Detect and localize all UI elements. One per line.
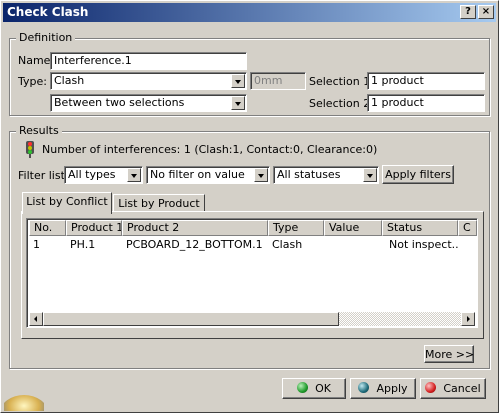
definition-legend: Definition bbox=[16, 31, 76, 44]
column-header-value[interactable]: Value bbox=[324, 220, 382, 236]
scroll-left-button[interactable] bbox=[29, 312, 43, 326]
tab-list-by-conflict[interactable]: List by Conflict bbox=[22, 192, 112, 214]
traffic-light-icon bbox=[22, 140, 38, 158]
selection2-field[interactable]: 1 product bbox=[367, 94, 485, 112]
column-header-no[interactable]: No. bbox=[29, 220, 66, 236]
filter-value-select[interactable]: No filter on value bbox=[146, 166, 270, 184]
ok-icon bbox=[297, 382, 309, 393]
cancel-icon bbox=[425, 382, 437, 393]
selection1-label: Selection 1: bbox=[309, 75, 374, 88]
chevron-down-icon[interactable] bbox=[231, 96, 245, 110]
selection1-field[interactable]: 1 product bbox=[367, 72, 485, 90]
filter-type-select[interactable]: All types bbox=[64, 166, 143, 184]
filter-status-select[interactable]: All statuses bbox=[273, 166, 379, 184]
name-input[interactable]: Interference.1 bbox=[50, 52, 247, 70]
arrow-left-icon bbox=[34, 316, 37, 322]
conflict-list[interactable]: No. Product 1 Product 2 Type Value Statu… bbox=[26, 218, 478, 328]
cell-type: Clash bbox=[272, 238, 303, 251]
scroll-right-button[interactable] bbox=[461, 312, 475, 326]
apply-icon bbox=[358, 382, 370, 393]
tab-list-by-product[interactable]: List by Product bbox=[113, 194, 205, 212]
column-header-c[interactable]: C bbox=[458, 220, 477, 236]
name-label: Name: bbox=[18, 54, 55, 67]
cancel-label: Cancel bbox=[443, 382, 481, 395]
filter-type-value: All types bbox=[68, 168, 116, 181]
horizontal-scrollbar[interactable] bbox=[29, 312, 475, 326]
chevron-down-icon[interactable] bbox=[231, 74, 245, 88]
filter-status-value: All statuses bbox=[277, 168, 341, 181]
apply-button[interactable]: Apply bbox=[350, 378, 416, 399]
apply-label: Apply bbox=[376, 382, 408, 395]
check-clash-dialog: Check Clash ? × Definition Name: Interfe… bbox=[0, 0, 499, 413]
ok-button[interactable]: OK bbox=[282, 378, 346, 399]
interference-summary: Number of interferences: 1 (Clash:1, Con… bbox=[42, 143, 378, 156]
window-title: Check Clash bbox=[7, 5, 89, 19]
cell-product2: PCBOARD_12_BOTTOM.1 bbox=[126, 238, 263, 251]
close-button[interactable]: × bbox=[478, 5, 494, 19]
results-legend: Results bbox=[16, 124, 62, 137]
title-bar[interactable]: Check Clash ? × bbox=[3, 3, 496, 22]
apply-filters-button[interactable]: Apply filters bbox=[382, 165, 454, 184]
help-button[interactable]: ? bbox=[460, 5, 476, 19]
type-select[interactable]: Clash bbox=[50, 72, 247, 90]
cell-value bbox=[324, 237, 382, 252]
cancel-button[interactable]: Cancel bbox=[420, 378, 486, 399]
type-select-value: Clash bbox=[54, 74, 85, 87]
mode-select-value: Between two selections bbox=[54, 96, 185, 109]
globe-logo-icon bbox=[4, 379, 44, 411]
column-header-type[interactable]: Type bbox=[268, 220, 324, 236]
filter-list-label: Filter list: bbox=[18, 169, 69, 182]
ok-label: OK bbox=[315, 382, 331, 395]
mode-select[interactable]: Between two selections bbox=[50, 94, 247, 112]
column-header-product2[interactable]: Product 2 bbox=[122, 220, 268, 236]
selection2-label: Selection 2: bbox=[309, 97, 374, 110]
cell-product1: PH.1 bbox=[70, 238, 96, 251]
column-header-product1[interactable]: Product 1 bbox=[66, 220, 122, 236]
column-header-status[interactable]: Status bbox=[382, 220, 458, 236]
scroll-thumb[interactable] bbox=[43, 312, 339, 326]
more-button[interactable]: More >> bbox=[424, 345, 474, 363]
chevron-down-icon[interactable] bbox=[363, 168, 377, 182]
chevron-down-icon[interactable] bbox=[127, 168, 141, 182]
chevron-down-icon[interactable] bbox=[254, 168, 268, 182]
filter-value-value: No filter on value bbox=[150, 168, 245, 181]
clearance-input: 0mm bbox=[250, 72, 306, 90]
arrow-right-icon bbox=[467, 316, 470, 322]
type-label: Type: bbox=[18, 75, 47, 88]
cell-no: 1 bbox=[33, 238, 40, 251]
cell-status: Not inspect... bbox=[389, 238, 458, 251]
